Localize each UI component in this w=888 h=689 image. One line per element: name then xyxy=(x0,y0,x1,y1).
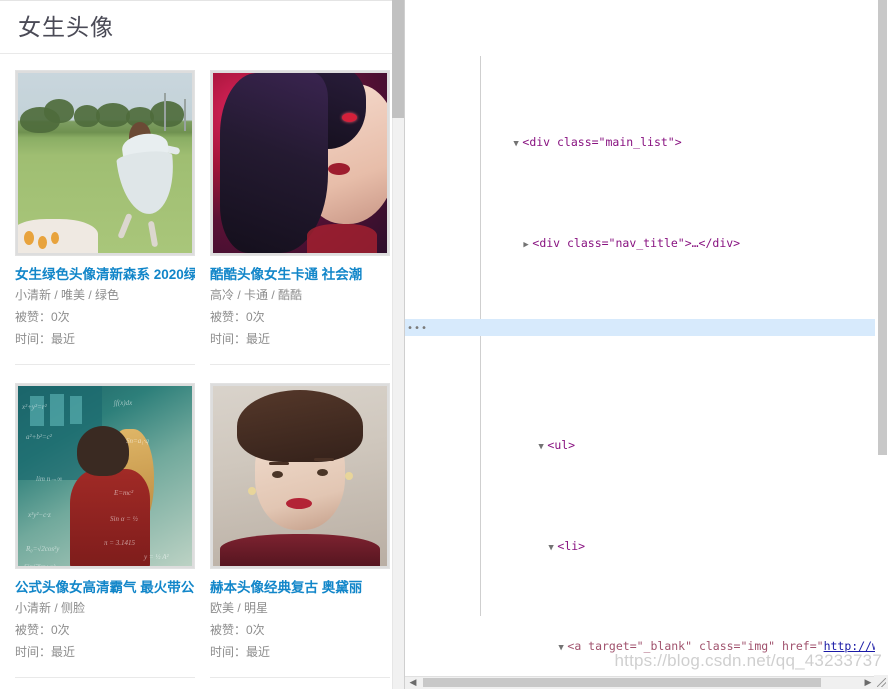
devtools-vscrollbar-track[interactable] xyxy=(875,0,888,676)
thumbnail-title-link[interactable]: 赫本头像经典复古 奥黛丽 xyxy=(210,579,390,597)
thumbnail-list: 女生绿色头像清新森系 2020绿 小清新 / 唯美 / 绿色 被赞：0次 时间：… xyxy=(0,54,392,689)
list-item: 酷酷头像女生卡通 社会潮 高冷 / 卡通 / 酷酷 被赞：0次 时间：最近 xyxy=(210,70,390,365)
webpage-pane: 女生头像 女生绿色头像清新森系 2020绿 小清新 / 唯美 / 绿色 被赞：0… xyxy=(0,0,392,689)
dom-row-li-open[interactable]: <li> xyxy=(405,521,888,553)
scroll-left-arrow-icon[interactable]: ◀ xyxy=(407,676,419,688)
thumbnail-likes: 被赞：0次 xyxy=(15,310,70,324)
thumbnail-link[interactable] xyxy=(210,70,390,256)
dom-tree[interactable]: <div class="main_list"> <div class="nav_… xyxy=(405,0,888,689)
thumbnail-likes: 被赞：0次 xyxy=(210,623,265,637)
dom-row-main-list[interactable]: <div class="main_list"> xyxy=(405,118,888,149)
dom-row-ul[interactable]: <ul> xyxy=(405,420,888,452)
dom-row-tx-list-selected[interactable]: ••• <div class="tx_list">== $0 xyxy=(405,319,888,336)
thumbnail-title-link[interactable]: 公式头像女高清霸气 最火带公 xyxy=(15,579,195,597)
dom-node-text: <div class="nav_title">…</div> xyxy=(532,236,741,251)
page-content: 女生头像 女生绿色头像清新森系 2020绿 小清新 / 唯美 / 绿色 被赞：0… xyxy=(0,0,392,689)
list-item: 赫本头像经典复古 奥黛丽 欧美 / 明星 被赞：0次 时间：最近 xyxy=(210,383,390,678)
devtools-elements-panel: <div class="main_list"> <div class="nav_… xyxy=(404,0,888,689)
thumbnail-likes: 被赞：0次 xyxy=(210,310,265,324)
devtools-hscrollbar-track[interactable]: ◀ ▶ xyxy=(405,676,888,689)
thumbnail-title-link[interactable]: 酷酷头像女生卡通 社会潮 xyxy=(210,266,390,284)
devtools-vscrollbar-thumb[interactable] xyxy=(878,0,887,455)
thumbnail-image: x²+y²=r² ∫f(x)dx a²+b²=c² Sn=a₁·q lim n→… xyxy=(18,386,192,566)
thumbnail-link[interactable] xyxy=(210,383,390,569)
thumbnail-link[interactable] xyxy=(15,70,195,256)
thumbnail-title-link[interactable]: 女生绿色头像清新森系 2020绿 xyxy=(15,266,195,284)
thumbnail-time: 时间：最近 xyxy=(15,332,76,346)
dom-row-nav-title[interactable]: <div class="nav_title">…</div> xyxy=(405,218,888,250)
screen: 女生头像 女生绿色头像清新森系 2020绿 小清新 / 唯美 / 绿色 被赞：0… xyxy=(0,0,888,689)
dom-node-text: <li> xyxy=(557,538,586,553)
page-scrollbar-thumb[interactable] xyxy=(392,0,404,118)
thumbnail-image xyxy=(18,73,192,253)
thumbnail-image xyxy=(213,386,387,566)
thumbnail-time: 时间：最近 xyxy=(210,332,271,346)
page-title: 女生头像 xyxy=(0,1,392,54)
list-item: x²+y²=r² ∫f(x)dx a²+b²=c² Sn=a₁·q lim n→… xyxy=(15,383,195,678)
a-img-open: <a target="_blank" class="img" href=" xyxy=(567,639,824,654)
scroll-right-arrow-icon[interactable]: ▶ xyxy=(862,676,874,688)
thumbnail-time: 时间：最近 xyxy=(15,645,76,659)
thumbnail-likes: 被赞：0次 xyxy=(15,623,70,637)
thumbnail-tags: 小清新 / 侧脸 xyxy=(15,601,86,615)
scrollbar-corner xyxy=(874,675,888,689)
thumbnail-link[interactable]: x²+y²=r² ∫f(x)dx a²+b²=c² Sn=a₁·q lim n→… xyxy=(15,383,195,569)
thumbnail-tags: 小清新 / 唯美 / 绿色 xyxy=(15,288,120,302)
dom-node-text: <ul> xyxy=(547,437,576,452)
thumbnail-tags: 高冷 / 卡通 / 酷酷 xyxy=(210,288,303,302)
devtools-hscrollbar-thumb[interactable] xyxy=(423,678,821,687)
resize-grip-icon[interactable] xyxy=(877,678,886,687)
thumbnail-image xyxy=(213,73,387,253)
list-item: 女生绿色头像清新森系 2020绿 小清新 / 唯美 / 绿色 被赞：0次 时间：… xyxy=(15,70,195,365)
thumbnail-time: 时间：最近 xyxy=(210,645,271,659)
dom-row-a-img[interactable]: <a target="_blank" class="img" href="htt… xyxy=(405,622,888,656)
dom-node-text: <div class="main_list"> xyxy=(522,135,682,150)
more-options-icon[interactable]: ••• xyxy=(407,321,428,338)
thumbnail-tags: 欧美 / 明星 xyxy=(210,601,269,615)
